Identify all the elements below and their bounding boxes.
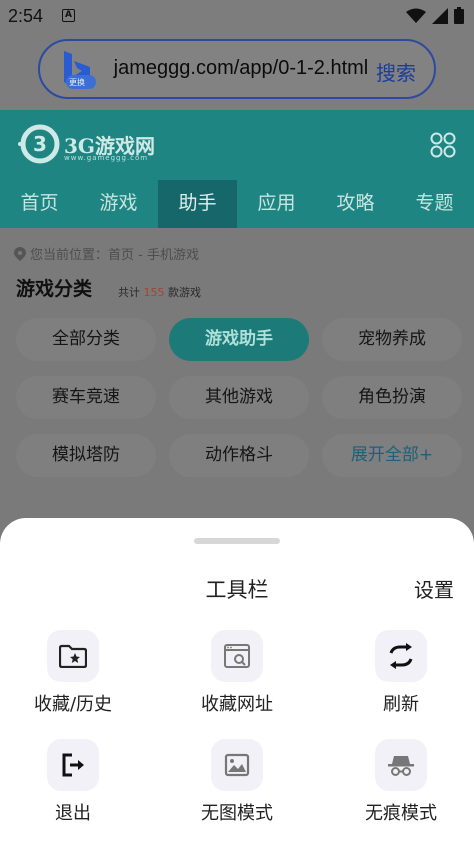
ibox [47,739,99,791]
ibox [375,630,427,682]
status-icons [406,7,464,24]
tab-apps[interactable]: 应用 [237,180,316,228]
site-header: 3 3G游戏网 www.gameggg.com [0,110,474,180]
no-image-icon [224,753,250,777]
category-chip[interactable]: 赛车竞速 [16,376,156,419]
tab-guides[interactable]: 攻略 [316,180,395,228]
tool-label: 刷新 [383,694,419,715]
location-pin-icon [14,246,26,261]
bookmark-site-button[interactable]: 收藏网址 [172,630,302,716]
category-chip[interactable]: 宠物养成 [322,318,462,361]
tool-label: 收藏/历史 [33,694,113,715]
refresh-button[interactable]: 刷新 [336,630,466,716]
incognito-mode-button[interactable]: 无痕模式 [336,739,466,825]
tool-label: 无图模式 [201,803,273,824]
search-engine-switch[interactable]: 更换 [60,49,96,91]
tab-home[interactable]: 首页 [0,180,79,228]
site-nav: 首页 游戏 助手 应用 攻略 专题 [0,180,474,228]
address-bar[interactable]: 更换 jameggg.com/app/0-1-2.html 搜索 [38,39,436,99]
battery-icon [454,7,464,24]
logo-subtitle: www.gameggg.com [64,154,149,162]
page-content: 您当前位置：首页 - 手机游戏 游戏分类 共计 155 款游戏 全部分类 游戏助… [0,228,474,528]
tab-topics[interactable]: 专题 [395,180,474,228]
tool-label: 退出 [55,803,91,824]
incognito-icon [388,756,414,776]
address-bar-area: 更换 jameggg.com/app/0-1-2.html 搜索 [0,34,474,110]
category-chip[interactable]: 模拟塔防 [16,434,156,477]
ibox [211,630,263,682]
status-time: 2:54 [8,6,44,26]
refresh-icon [389,643,413,669]
svg-text:3: 3 [33,132,47,156]
ibox [47,630,99,682]
bookmark-page-icon [224,644,250,668]
favorites-history-button[interactable]: 收藏/历史 [8,630,138,716]
engine-badge: 更换 [69,78,85,87]
menu-grid-icon[interactable] [430,132,456,158]
site-logo[interactable]: 3 3G游戏网 www.gameggg.com [16,124,155,164]
game-count: 共计 155 款游戏 [118,284,201,300]
folder-star-icon [59,644,87,668]
category-chips: 全部分类 游戏助手 宠物养成 赛车竞速 其他游戏 角色扮演 模拟塔防 动作格斗 … [16,318,462,477]
no-image-mode-button[interactable]: 无图模式 [172,739,302,825]
category-chip[interactable]: 其他游戏 [169,376,309,419]
count-suffix: 款游戏 [168,286,201,299]
ibox [375,739,427,791]
wifi-icon [406,8,426,23]
category-title: 游戏分类 [16,274,97,301]
tab-assistant[interactable]: 助手 [158,180,237,228]
exit-button[interactable]: 退出 [8,739,138,825]
toolbar-sheet: 工具栏 设置 收藏/历史 收藏网址 刷新 退出 无图模式 无痕模式 [0,518,474,842]
count-prefix: 共计 [118,286,140,299]
breadcrumb: 您当前位置：首页 - 手机游戏 [14,244,199,263]
category-chip[interactable]: 角色扮演 [322,376,462,419]
sheet-drag-handle[interactable] [194,538,280,544]
settings-button[interactable]: 设置 [414,574,454,603]
tab-games[interactable]: 游戏 [79,180,158,228]
exit-icon [62,753,84,777]
category-chip[interactable]: 全部分类 [16,318,156,361]
tool-label: 无痕模式 [365,803,437,824]
logo-3g-icon: 3 [18,124,60,164]
expand-all-button[interactable]: 展开全部+ [322,434,462,477]
breadcrumb-text: 您当前位置：首页 - 手机游戏 [30,248,199,263]
category-chip-active[interactable]: 游戏助手 [169,318,309,361]
status-bar: 2:54 A [0,0,474,34]
count-value: 155 [143,286,165,299]
toolbar-title: 工具栏 [205,578,269,602]
tool-label: 收藏网址 [201,694,273,715]
ibox [211,739,263,791]
search-button[interactable]: 搜索 [376,57,416,86]
notification-icon: A [62,9,75,22]
signal-icon [432,7,448,24]
category-chip[interactable]: 动作格斗 [169,434,309,477]
url-text[interactable]: jameggg.com/app/0-1-2.html [112,57,369,80]
